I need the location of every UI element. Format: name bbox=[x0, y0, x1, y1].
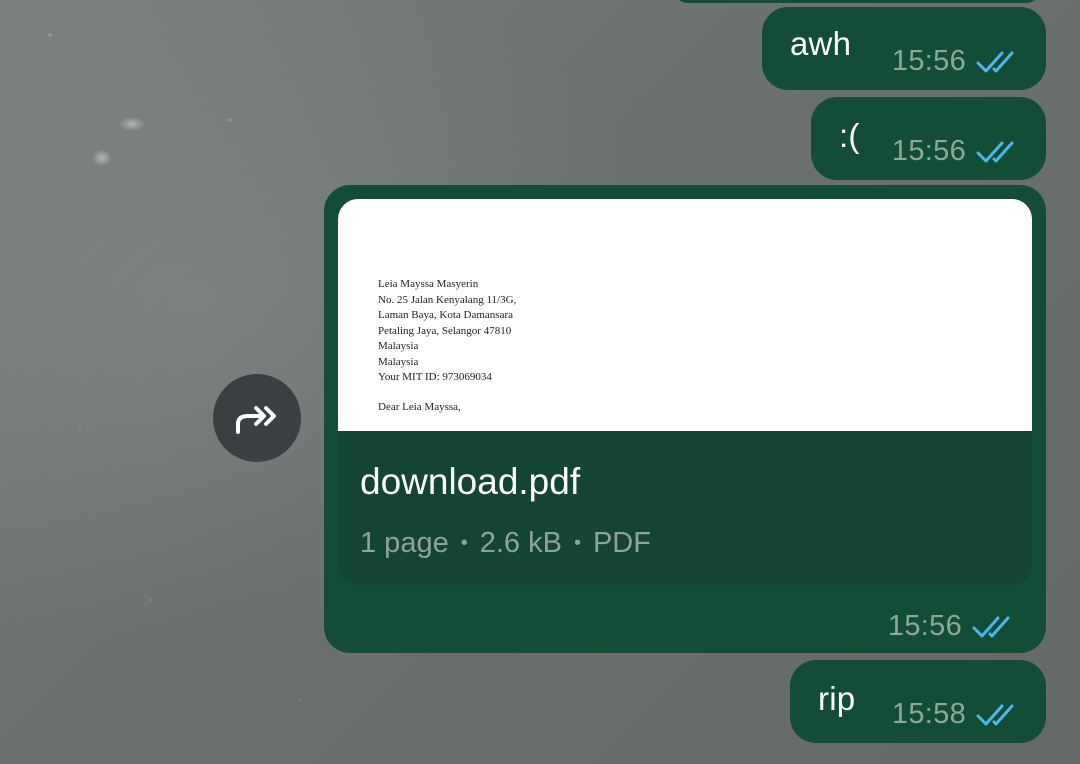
double-check-icon bbox=[976, 702, 1022, 728]
document-preview[interactable]: Leia Mayssa Masyerin No. 25 Jalan Kenyal… bbox=[338, 199, 1032, 431]
document-details: 1 page • 2.6 kB • PDF bbox=[360, 527, 651, 560]
document-preview-text: Leia Mayssa Masyerin No. 25 Jalan Kenyal… bbox=[378, 278, 517, 413]
double-check-icon bbox=[972, 614, 1018, 640]
document-info[interactable]: download.pdf 1 page • 2.6 kB • PDF bbox=[338, 431, 1032, 585]
forward-button[interactable] bbox=[213, 374, 301, 462]
previous-message-bubble[interactable] bbox=[672, 0, 1042, 3]
message-bubble-rip[interactable]: rip 15:58 bbox=[790, 660, 1046, 743]
document-type: PDF bbox=[592, 527, 651, 559]
message-meta: 15:56 bbox=[888, 610, 1018, 643]
message-meta: 15:58 bbox=[892, 698, 1022, 731]
message-bubble-awh[interactable]: awh 15:56 bbox=[762, 7, 1046, 90]
message-meta: 15:56 bbox=[892, 45, 1022, 78]
separator-dot: • bbox=[573, 532, 581, 554]
message-time: 15:56 bbox=[891, 135, 966, 167]
message-bubble-sad[interactable]: :( 15:56 bbox=[811, 97, 1046, 180]
document-size: 2.6 kB bbox=[479, 527, 562, 559]
message-time: 15:56 bbox=[887, 610, 962, 642]
message-text: awh bbox=[790, 24, 852, 62]
message-meta: 15:56 bbox=[892, 135, 1022, 168]
message-time: 15:56 bbox=[891, 45, 966, 77]
message-time: 15:58 bbox=[891, 698, 966, 730]
document-message-bubble[interactable]: Leia Mayssa Masyerin No. 25 Jalan Kenyal… bbox=[324, 185, 1046, 653]
document-filename: download.pdf bbox=[360, 461, 581, 502]
message-text: :( bbox=[839, 116, 860, 154]
document-pages: 1 page bbox=[360, 527, 449, 559]
double-check-icon bbox=[976, 139, 1022, 165]
separator-dot: • bbox=[460, 532, 468, 554]
double-check-icon bbox=[976, 49, 1022, 75]
message-text: rip bbox=[818, 679, 856, 717]
forward-share-icon bbox=[236, 406, 276, 434]
